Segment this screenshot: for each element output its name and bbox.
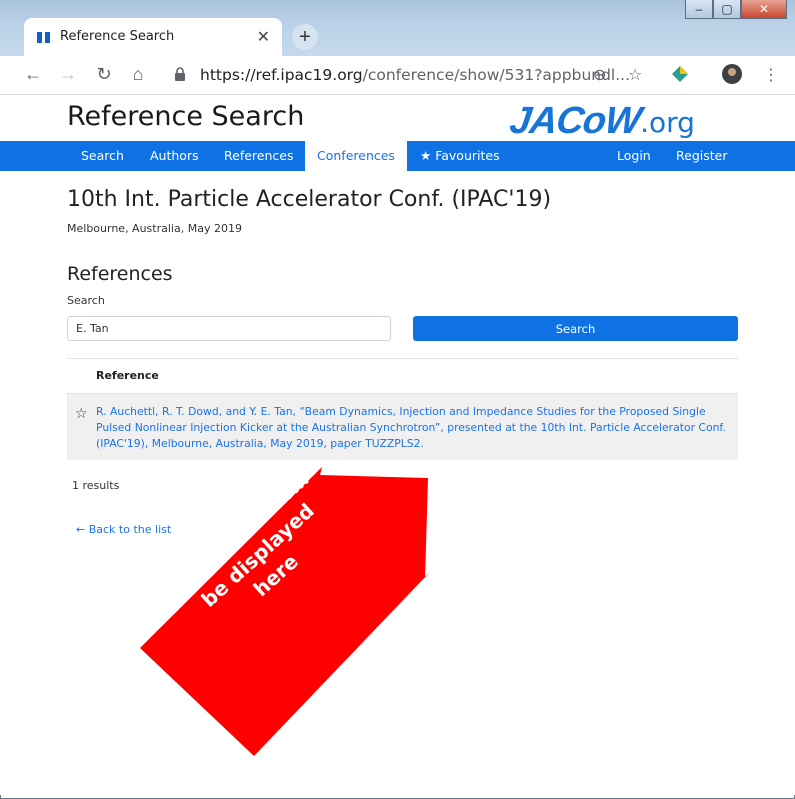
back-arrow-icon: ← bbox=[76, 523, 86, 536]
favourites-star-icon: ★ bbox=[420, 148, 432, 163]
minimize-button[interactable]: – bbox=[685, 0, 713, 19]
zoom-icon[interactable]: ⊖ bbox=[593, 65, 606, 85]
browser-toolbar: ← → ↻ ⌂ https://ref.ipac19.org/conferenc… bbox=[0, 56, 795, 95]
url-text: https://ref.ipac19.org/conference/show/5… bbox=[200, 66, 630, 84]
page-content: Reference Search JACoW .org Search Autho… bbox=[0, 95, 795, 795]
back-to-list-link[interactable]: ← Back to the list bbox=[76, 523, 171, 536]
home-icon[interactable]: ⌂ bbox=[127, 64, 149, 85]
nav-login[interactable]: Login bbox=[617, 141, 651, 171]
nav-favourites[interactable]: ★ Favourites bbox=[420, 141, 500, 171]
nav-conferences[interactable]: Conferences bbox=[305, 141, 407, 173]
jacow-favicon-icon bbox=[37, 32, 50, 43]
divider bbox=[67, 358, 738, 359]
address-bar[interactable]: https://ref.ipac19.org/conference/show/5… bbox=[162, 61, 662, 89]
tab-title: Reference Search bbox=[60, 29, 175, 44]
reference-link[interactable]: R. Auchettl, R. T. Dowd, and Y. E. Tan, … bbox=[96, 404, 728, 452]
table-row: ☆ R. Auchettl, R. T. Dowd, and Y. E. Tan… bbox=[67, 393, 738, 460]
nav-register[interactable]: Register bbox=[676, 141, 727, 171]
favourite-star-icon[interactable]: ☆ bbox=[75, 405, 88, 422]
jacow-logo[interactable]: JACoW .org bbox=[507, 100, 695, 142]
tab-close-icon[interactable]: ✕ bbox=[257, 27, 270, 47]
close-window-button[interactable]: ✕ bbox=[741, 0, 787, 19]
back-link-label: Back to the list bbox=[88, 523, 172, 536]
logo-suffix-text: .org bbox=[640, 106, 695, 139]
reload-icon[interactable]: ↻ bbox=[93, 64, 115, 85]
conference-title: 10th Int. Particle Accelerator Conf. (IP… bbox=[67, 187, 552, 212]
new-tab-button[interactable]: + bbox=[292, 24, 318, 50]
menu-kebab-icon[interactable]: ⋮ bbox=[763, 65, 779, 85]
profile-avatar-icon[interactable] bbox=[722, 64, 742, 84]
nav-favourites-label: Favourites bbox=[435, 148, 500, 163]
search-input[interactable] bbox=[67, 316, 391, 341]
search-label: Search bbox=[67, 294, 105, 307]
browser-titlebar: Reference Search ✕ + – ▢ ✕ bbox=[0, 0, 795, 56]
url-path: /conference/show/531?appbundl... bbox=[362, 66, 631, 84]
references-heading: References bbox=[67, 263, 173, 285]
extension-icon[interactable] bbox=[671, 65, 689, 83]
maximize-button[interactable]: ▢ bbox=[713, 0, 741, 19]
url-host: https://ref.ipac19.org bbox=[200, 66, 363, 84]
search-button[interactable]: Search bbox=[413, 316, 738, 341]
window-controls: – ▢ ✕ bbox=[685, 0, 787, 20]
forward-arrow-icon[interactable]: → bbox=[57, 64, 79, 85]
logo-main-text: JACoW bbox=[507, 100, 644, 142]
nav-search[interactable]: Search bbox=[81, 141, 124, 171]
bookmark-star-icon[interactable]: ☆ bbox=[628, 65, 642, 85]
nav-references[interactable]: References bbox=[224, 141, 293, 171]
conference-subtitle: Melbourne, Australia, May 2019 bbox=[67, 222, 242, 235]
back-arrow-icon[interactable]: ← bbox=[22, 64, 44, 85]
lock-icon bbox=[175, 67, 185, 81]
main-navbar: Search Authors References Conferences ★ … bbox=[0, 141, 795, 173]
results-count: 1 results bbox=[72, 479, 120, 492]
reference-column-header: Reference bbox=[96, 369, 159, 382]
browser-tab[interactable]: Reference Search ✕ bbox=[24, 18, 282, 56]
nav-authors[interactable]: Authors bbox=[150, 141, 199, 171]
site-title: Reference Search bbox=[67, 101, 305, 132]
